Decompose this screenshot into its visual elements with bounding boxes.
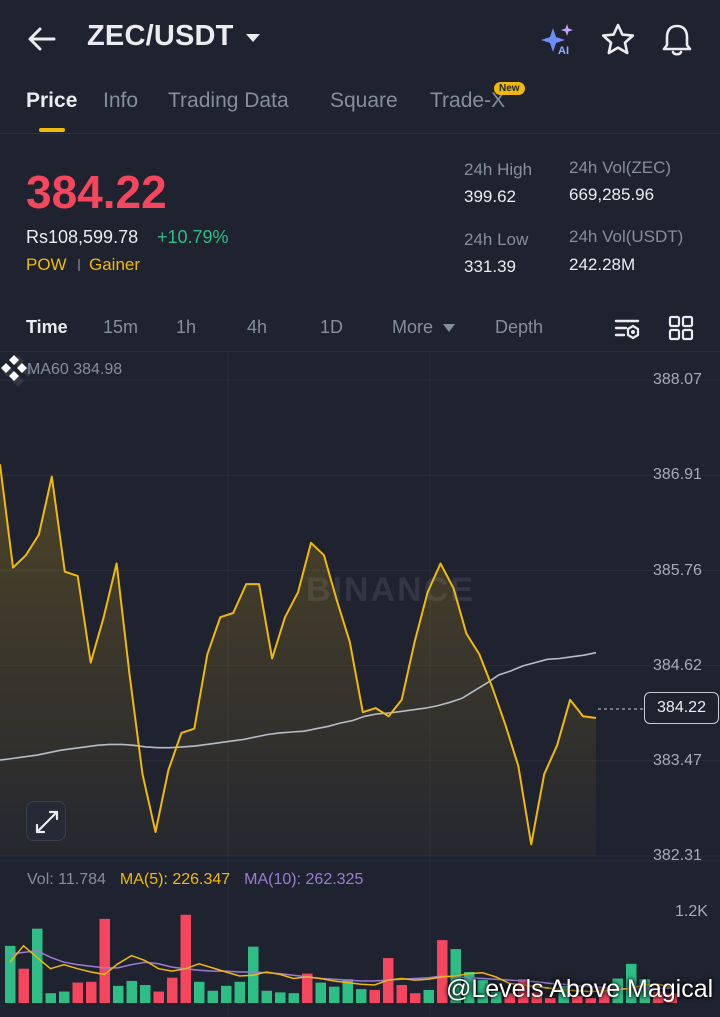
volume-legend: Vol: 11.784 MA(5): 226.347 MA(10): 262.325 bbox=[27, 871, 377, 889]
volume-bar bbox=[72, 982, 83, 1003]
price-chart[interactable]: BINANCE MA60 384.98 388.07 386.91 385.76… bbox=[0, 353, 720, 1017]
interval-1h[interactable]: 1h bbox=[176, 317, 196, 338]
volume-bar bbox=[86, 981, 97, 1003]
layout-grid-icon[interactable] bbox=[667, 314, 695, 342]
ticker-summary: 384.22 Rs108,599.78 +10.79% POW Gainer 2… bbox=[0, 135, 720, 295]
indicator-settings-icon[interactable] bbox=[613, 314, 641, 342]
y-tick: 382.31 bbox=[653, 847, 702, 864]
tag-divider bbox=[78, 259, 80, 271]
fiat-price: Rs108,599.78 bbox=[26, 227, 139, 247]
fullscreen-button[interactable] bbox=[26, 801, 66, 841]
volume-bar bbox=[32, 928, 43, 1003]
y-tick: 386.91 bbox=[653, 466, 702, 483]
tab-info[interactable]: Info bbox=[103, 89, 138, 113]
last-price: 384.22 bbox=[26, 166, 167, 218]
active-tab-indicator bbox=[39, 128, 65, 132]
volume-bar bbox=[207, 990, 218, 1003]
interval-bar: Time 15m 1h 4h 1D More Depth bbox=[0, 300, 720, 352]
top-bar: ZEC/USDT AI bbox=[0, 0, 720, 78]
volume-bar bbox=[221, 985, 232, 1003]
volume-bar bbox=[423, 989, 434, 1003]
volume-bar bbox=[59, 991, 70, 1003]
stat-24h-vol-quote-label: 24h Vol(USDT) bbox=[569, 227, 684, 246]
vol-value: Vol: 11.784 bbox=[27, 871, 106, 888]
tab-price[interactable]: Price bbox=[26, 89, 77, 113]
volume-y-tick: 1.2K bbox=[675, 903, 708, 920]
stat-24h-vol-base-label: 24h Vol(ZEC) bbox=[569, 158, 672, 177]
stat-24h-vol-quote-value: 242.28M bbox=[569, 255, 636, 274]
y-tick: 383.47 bbox=[653, 752, 702, 769]
tab-bar: Price Info Trading Data Square Trade-X bbox=[0, 78, 720, 134]
vol-ma5: MA(5): 226.347 bbox=[119, 871, 231, 888]
author-credit: @Levels Above Magical bbox=[446, 975, 714, 1003]
volume-bar bbox=[153, 991, 164, 1003]
chart-canvas[interactable] bbox=[0, 353, 720, 1017]
expand-icon bbox=[35, 810, 59, 834]
stat-24h-high-value: 399.62 bbox=[464, 187, 516, 206]
more-caret-down-icon[interactable] bbox=[442, 322, 456, 334]
volume-bar bbox=[99, 918, 110, 1003]
tab-trading-data[interactable]: Trading Data bbox=[168, 89, 289, 113]
volume-bar bbox=[288, 993, 299, 1003]
watermark-text: BINANCE bbox=[306, 571, 475, 609]
stat-24h-low-value: 331.39 bbox=[464, 257, 516, 276]
volume-bar bbox=[275, 992, 286, 1003]
y-tick: 384.62 bbox=[653, 657, 702, 674]
y-tick: 385.76 bbox=[653, 562, 702, 579]
back-arrow-icon[interactable] bbox=[24, 22, 60, 56]
volume-bar bbox=[140, 985, 151, 1003]
volume-bar bbox=[167, 977, 178, 1003]
volume-bar bbox=[369, 989, 380, 1003]
tag-pow[interactable]: POW bbox=[26, 255, 67, 275]
stat-24h-high-label: 24h High bbox=[464, 160, 533, 179]
vol-ma10: MA(10): 262.325 bbox=[244, 871, 364, 888]
volume-bar bbox=[113, 985, 124, 1003]
volume-bar bbox=[329, 986, 340, 1003]
volume-bar bbox=[194, 981, 205, 1003]
volume-bar bbox=[356, 989, 367, 1003]
star-icon[interactable] bbox=[598, 20, 638, 60]
ma60-legend: MA60 384.98 bbox=[27, 361, 123, 378]
binance-square-logo-icon bbox=[1, 355, 27, 381]
interval-depth[interactable]: Depth bbox=[495, 317, 543, 338]
pair-selector[interactable]: ZEC/USDT bbox=[87, 20, 234, 53]
tag-gainer[interactable]: Gainer bbox=[89, 255, 140, 275]
ai-label: AI bbox=[558, 45, 569, 57]
volume-bar bbox=[410, 993, 421, 1003]
interval-4h[interactable]: 4h bbox=[247, 317, 267, 338]
volume-bar bbox=[45, 993, 56, 1003]
last-price-tag: 384.22 bbox=[644, 692, 719, 724]
ai-sparkle-icon[interactable]: AI bbox=[538, 20, 578, 60]
price-change-percent: +10.79% bbox=[157, 227, 229, 247]
volume-bar bbox=[126, 980, 137, 1003]
volume-bar bbox=[315, 982, 326, 1003]
stat-24h-vol-base-value: 669,285.96 bbox=[569, 185, 655, 204]
volume-bar bbox=[180, 914, 191, 1003]
tab-trade-x[interactable]: Trade-X bbox=[430, 89, 505, 113]
volume-bar bbox=[396, 985, 407, 1003]
interval-1d[interactable]: 1D bbox=[320, 317, 343, 338]
tab-square[interactable]: Square bbox=[330, 89, 398, 113]
interval-time[interactable]: Time bbox=[26, 317, 68, 338]
y-tick: 388.07 bbox=[653, 371, 702, 388]
new-badge: New bbox=[494, 82, 525, 95]
interval-more[interactable]: More bbox=[392, 317, 433, 338]
volume-bar bbox=[18, 968, 29, 1003]
volume-bar bbox=[234, 981, 245, 1003]
stat-24h-low-label: 24h Low bbox=[464, 230, 529, 249]
volume-bar bbox=[261, 990, 272, 1003]
interval-15m[interactable]: 15m bbox=[103, 317, 138, 338]
caret-down-icon[interactable] bbox=[243, 28, 263, 48]
bell-icon[interactable] bbox=[657, 20, 697, 60]
